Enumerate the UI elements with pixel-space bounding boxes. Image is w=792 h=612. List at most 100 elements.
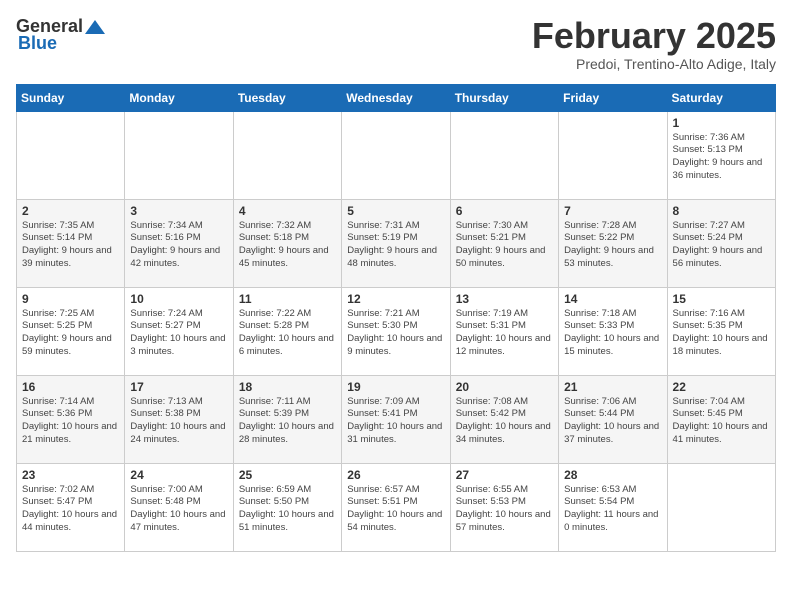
day-number: 16 (22, 380, 119, 394)
calendar-cell: 14 Sunrise: 7:18 AM Sunset: 5:33 PM Dayli… (559, 287, 667, 375)
calendar-table: SundayMondayTuesdayWednesdayThursdayFrid… (16, 84, 776, 552)
day-number: 28 (564, 468, 661, 482)
weekday-header: Tuesday (233, 84, 341, 111)
logo: General Blue (16, 16, 107, 54)
calendar-cell: 4Sunrise: 7:32 AM Sunset: 5:18 PM Daylig… (233, 199, 341, 287)
day-number: 23 (22, 468, 119, 482)
day-info: Sunrise: 7:09 AM Sunset: 5:41 PM Dayligh… (347, 396, 444, 447)
day-info: Sunrise: 7:30 AM Sunset: 5:21 PM Dayligh… (456, 220, 553, 271)
calendar-cell: 22 Sunrise: 7:04 AM Sunset: 5:45 PM Dayli… (667, 375, 775, 463)
day-info: Sunrise: 7:14 AM Sunset: 5:36 PM Dayligh… (22, 396, 119, 447)
day-number: 18 (239, 380, 336, 394)
calendar-cell (233, 111, 341, 199)
calendar-cell (450, 111, 558, 199)
weekday-header: Wednesday (342, 84, 450, 111)
day-number: 21 (564, 380, 661, 394)
calendar-cell (17, 111, 125, 199)
calendar-cell: 23 Sunrise: 7:02 AM Sunset: 5:47 PM Dayli… (17, 463, 125, 551)
day-info: Sunrise: 7:31 AM Sunset: 5:19 PM Dayligh… (347, 220, 444, 271)
weekday-header: Friday (559, 84, 667, 111)
calendar-cell: 20 Sunrise: 7:08 AM Sunset: 5:42 PM Dayli… (450, 375, 558, 463)
calendar-cell: 12 Sunrise: 7:21 AM Sunset: 5:30 PM Dayli… (342, 287, 450, 375)
day-info: Sunrise: 7:00 AM Sunset: 5:48 PM Dayligh… (130, 484, 227, 535)
day-number: 17 (130, 380, 227, 394)
day-info: Sunrise: 7:04 AM Sunset: 5:45 PM Dayligh… (673, 396, 770, 447)
day-info: Sunrise: 6:53 AM Sunset: 5:54 PM Dayligh… (564, 484, 661, 535)
calendar-cell: 5 Sunrise: 7:31 AM Sunset: 5:19 PM Daylig… (342, 199, 450, 287)
day-number: 24 (130, 468, 227, 482)
logo-icon (85, 18, 105, 36)
calendar-week-row: 16 Sunrise: 7:14 AM Sunset: 5:36 PM Dayli… (17, 375, 776, 463)
weekday-header: Sunday (17, 84, 125, 111)
day-info: Sunrise: 7:36 AM Sunset: 5:13 PM Dayligh… (673, 132, 770, 183)
calendar-cell: 1 Sunrise: 7:36 AM Sunset: 5:13 PM Daylig… (667, 111, 775, 199)
day-number: 5 (347, 204, 444, 218)
day-number: 14 (564, 292, 661, 306)
calendar-cell: 6 Sunrise: 7:30 AM Sunset: 5:21 PM Daylig… (450, 199, 558, 287)
day-number: 27 (456, 468, 553, 482)
day-number: 26 (347, 468, 444, 482)
location-subtitle: Predoi, Trentino-Alto Adige, Italy (532, 56, 776, 72)
weekday-header-row: SundayMondayTuesdayWednesdayThursdayFrid… (17, 84, 776, 111)
day-info: Sunrise: 7:06 AM Sunset: 5:44 PM Dayligh… (564, 396, 661, 447)
day-info: Sunrise: 6:59 AM Sunset: 5:50 PM Dayligh… (239, 484, 336, 535)
day-info: Sunrise: 7:32 AM Sunset: 5:18 PM Dayligh… (239, 220, 336, 271)
calendar-cell: 18 Sunrise: 7:11 AM Sunset: 5:39 PM Dayli… (233, 375, 341, 463)
day-number: 22 (673, 380, 770, 394)
day-info: Sunrise: 7:18 AM Sunset: 5:33 PM Dayligh… (564, 308, 661, 359)
calendar-week-row: 9Sunrise: 7:25 AM Sunset: 5:25 PM Daylig… (17, 287, 776, 375)
calendar-cell: 9Sunrise: 7:25 AM Sunset: 5:25 PM Daylig… (17, 287, 125, 375)
day-info: Sunrise: 7:35 AM Sunset: 5:14 PM Dayligh… (22, 220, 119, 271)
calendar-cell: 17 Sunrise: 7:13 AM Sunset: 5:38 PM Dayli… (125, 375, 233, 463)
calendar-cell: 28 Sunrise: 6:53 AM Sunset: 5:54 PM Dayli… (559, 463, 667, 551)
calendar-cell: 24 Sunrise: 7:00 AM Sunset: 5:48 PM Dayli… (125, 463, 233, 551)
day-number: 3 (130, 204, 227, 218)
calendar-cell: 27 Sunrise: 6:55 AM Sunset: 5:53 PM Dayli… (450, 463, 558, 551)
logo-blue-text: Blue (18, 33, 57, 54)
day-info: Sunrise: 7:08 AM Sunset: 5:42 PM Dayligh… (456, 396, 553, 447)
day-info: Sunrise: 7:19 AM Sunset: 5:31 PM Dayligh… (456, 308, 553, 359)
calendar-cell: 8 Sunrise: 7:27 AM Sunset: 5:24 PM Daylig… (667, 199, 775, 287)
calendar-cell: 19 Sunrise: 7:09 AM Sunset: 5:41 PM Dayli… (342, 375, 450, 463)
day-info: Sunrise: 7:02 AM Sunset: 5:47 PM Dayligh… (22, 484, 119, 535)
day-info: Sunrise: 7:11 AM Sunset: 5:39 PM Dayligh… (239, 396, 336, 447)
day-info: Sunrise: 7:13 AM Sunset: 5:38 PM Dayligh… (130, 396, 227, 447)
day-number: 15 (673, 292, 770, 306)
day-number: 20 (456, 380, 553, 394)
calendar-cell: 7 Sunrise: 7:28 AM Sunset: 5:22 PM Daylig… (559, 199, 667, 287)
day-number: 2 (22, 204, 119, 218)
day-info: Sunrise: 7:34 AM Sunset: 5:16 PM Dayligh… (130, 220, 227, 271)
calendar-cell: 15 Sunrise: 7:16 AM Sunset: 5:35 PM Dayli… (667, 287, 775, 375)
day-number: 12 (347, 292, 444, 306)
day-number: 6 (456, 204, 553, 218)
day-number: 7 (564, 204, 661, 218)
day-number: 1 (673, 116, 770, 130)
weekday-header: Monday (125, 84, 233, 111)
day-number: 9 (22, 292, 119, 306)
day-info: Sunrise: 7:22 AM Sunset: 5:28 PM Dayligh… (239, 308, 336, 359)
title-block: February 2025 Predoi, Trentino-Alto Adig… (532, 16, 776, 72)
weekday-header: Saturday (667, 84, 775, 111)
calendar-week-row: 2 Sunrise: 7:35 AM Sunset: 5:14 PM Daylig… (17, 199, 776, 287)
calendar-cell (667, 463, 775, 551)
calendar-cell: 2 Sunrise: 7:35 AM Sunset: 5:14 PM Daylig… (17, 199, 125, 287)
day-info: Sunrise: 6:55 AM Sunset: 5:53 PM Dayligh… (456, 484, 553, 535)
day-number: 10 (130, 292, 227, 306)
day-number: 11 (239, 292, 336, 306)
calendar-cell (125, 111, 233, 199)
day-info: Sunrise: 7:28 AM Sunset: 5:22 PM Dayligh… (564, 220, 661, 271)
calendar-cell: 10 Sunrise: 7:24 AM Sunset: 5:27 PM Dayli… (125, 287, 233, 375)
calendar-cell: 11 Sunrise: 7:22 AM Sunset: 5:28 PM Dayli… (233, 287, 341, 375)
day-info: Sunrise: 7:16 AM Sunset: 5:35 PM Dayligh… (673, 308, 770, 359)
weekday-header: Thursday (450, 84, 558, 111)
calendar-cell: 16 Sunrise: 7:14 AM Sunset: 5:36 PM Dayli… (17, 375, 125, 463)
day-info: Sunrise: 7:21 AM Sunset: 5:30 PM Dayligh… (347, 308, 444, 359)
calendar-week-row: 1 Sunrise: 7:36 AM Sunset: 5:13 PM Daylig… (17, 111, 776, 199)
calendar-cell: 13Sunrise: 7:19 AM Sunset: 5:31 PM Dayli… (450, 287, 558, 375)
day-info: Sunrise: 7:24 AM Sunset: 5:27 PM Dayligh… (130, 308, 227, 359)
day-number: 19 (347, 380, 444, 394)
calendar-week-row: 23 Sunrise: 7:02 AM Sunset: 5:47 PM Dayli… (17, 463, 776, 551)
day-info: Sunrise: 7:27 AM Sunset: 5:24 PM Dayligh… (673, 220, 770, 271)
day-number: 8 (673, 204, 770, 218)
month-title: February 2025 (532, 16, 776, 56)
